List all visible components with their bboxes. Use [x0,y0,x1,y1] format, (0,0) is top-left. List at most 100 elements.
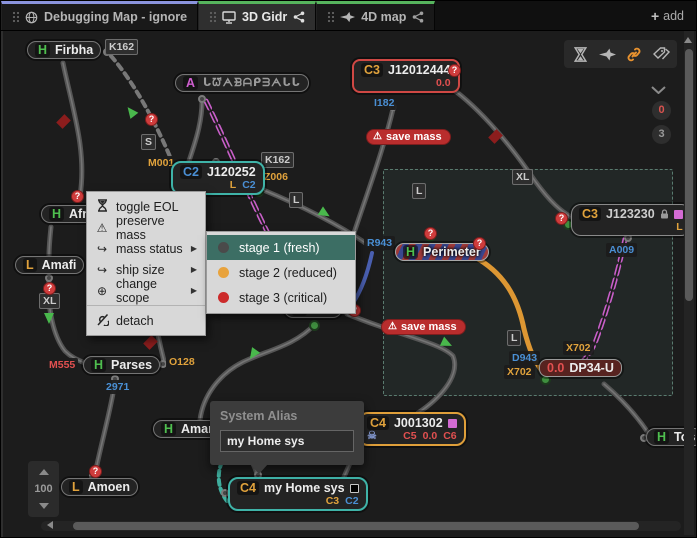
drag-grip-icon[interactable] [327,11,334,23]
share-icon[interactable] [412,11,424,23]
tags-button[interactable] [650,44,672,64]
menu-item-change-scope[interactable]: ⊕ change scope ▶ [87,280,205,301]
wormhole-class: C4 [237,481,259,495]
branch-arrow-icon: ↪ [95,263,109,277]
wormhole-code-chip: O128 [166,355,198,369]
security-class: H [49,207,64,221]
collapse-chevron-button[interactable] [651,81,666,99]
dialog-title: System Alias [220,409,354,423]
tab-label: 3D Gidr [242,10,287,24]
wormhole-code-chip: D943 [509,351,540,365]
unknown-status-badge: ? [43,282,56,295]
wormhole-code-chip: Z006 [261,170,291,184]
unlink-icon [95,313,109,329]
system-node-firbha[interactable]: H Firbha [27,41,101,59]
stage2-dot-icon [218,267,229,278]
menu-label: mass status [116,242,183,256]
security-class: H [35,43,50,57]
alert-count-badge[interactable]: 0 [652,101,671,120]
wormhole-code-chip: S [141,134,156,150]
submenu-item-stage3[interactable]: stage 3 (critical) [207,285,355,310]
submenu-item-stage1[interactable]: stage 1 (fresh) [207,235,355,260]
alias-input[interactable] [220,430,354,452]
unknown-status-badge: ? [145,113,158,126]
warning-icon: ⚠ [373,132,382,142]
kill-skull-icon: ☠ [367,431,377,441]
wormhole-code-chip: L [507,330,521,346]
menu-label: detach [116,314,154,328]
security-class: H [403,245,418,259]
zoom-widget: 100 [28,461,59,517]
zoom-level: 100 [34,483,52,495]
submenu-item-stage2[interactable]: stage 2 (reduced) [207,260,355,285]
wormhole-code-chip: A009 [606,243,637,257]
submenu-chevron-icon: ▶ [191,244,197,253]
stage1-dot-icon [218,242,229,253]
connector-dot [198,95,206,103]
drag-grip-icon[interactable] [12,11,19,23]
system-node-parses[interactable]: H Parses [83,356,160,374]
security-class: H [161,422,176,436]
unknown-status-badge: ? [473,237,486,250]
system-node-dp34-u[interactable]: 0.0 DP34-U [539,359,622,377]
connection-context-menu: toggle EOL ⚠ preserve mass ↪ mass status… [86,191,206,336]
wormhole-code-chip: X702 [563,341,594,355]
system-name: J001302 [394,416,443,430]
system-name: Perimeter [423,245,481,259]
menu-label: change scope [116,277,184,305]
unknown-status-badge: ? [71,190,84,203]
scroll-left-arrow[interactable] [47,521,53,529]
horizontal-scrollbar-thumb[interactable] [73,522,639,530]
static-code: C5 [403,430,416,442]
system-node-unknown[interactable]: A ᒐᘺᗅᗿᗩᑭᗱᗅᒐᒐ [175,74,309,92]
system-node-amoen[interactable]: L Amoen [61,478,138,496]
system-name: J123230 [606,207,655,221]
menu-label: preserve mass [116,214,197,242]
ship-jet-button[interactable] [596,44,618,64]
share-icon[interactable] [293,11,305,23]
save-mass-badge: ⚠ save mass [366,129,451,145]
system-node-j12012444[interactable]: C3 J12012444 0.0 [352,59,460,93]
security-class: A [183,76,198,90]
vertical-scrollbar-thumb[interactable] [685,49,693,301]
system-node-amafi[interactable]: L Amafi [15,256,84,274]
menu-label: ship size [116,263,165,277]
scroll-up-arrow[interactable] [684,37,692,43]
menu-item-preserve-mass[interactable]: ⚠ preserve mass [87,217,205,238]
warning-icon: ⚠ [388,322,397,332]
map-canvas[interactable]: K162 S M001 K162 Z006 L L XL I182 R943 A… [1,31,697,538]
wormhole-code-chip: 2971 [103,380,132,394]
add-map-button[interactable]: + add [637,1,697,30]
count-badge[interactable]: 3 [652,125,671,144]
connector-dot [45,274,53,282]
wormhole-code-chip: XL [39,293,60,309]
drag-grip-icon[interactable] [209,11,216,23]
link-chain-button[interactable] [623,44,645,64]
submenu-label: stage 1 (fresh) [239,241,320,255]
hourglass-icon [95,199,109,215]
menu-item-detach[interactable]: detach [87,310,205,331]
security-class: H [91,358,106,372]
system-node-j001302[interactable]: C4 J001302 ☠ C5 0.0 C6 [358,412,466,446]
static-code: C6 [443,430,456,442]
branch-arrow-icon: ↪ [95,242,109,256]
wormhole-class: C3 [361,63,383,77]
pathfinder-app: Debugging Map - ignore 3D Gidr 4D map + … [0,0,697,538]
zoom-out-button[interactable] [39,503,49,509]
system-node-j120252[interactable]: C2 J120252 L C2 [171,161,265,195]
tab-3d-gidr[interactable]: 3D Gidr [198,1,316,30]
system-node-my-home-sys[interactable]: C4 my Home sys C3 C2 [228,477,368,511]
menu-separator [87,305,205,306]
system-node-j123230[interactable]: C3 J123230 L [571,204,691,236]
tab-4d-map[interactable]: 4D map [316,1,435,30]
zoom-in-button[interactable] [39,469,49,475]
system-name: DP34-U [569,361,613,375]
submenu-label: stage 3 (critical) [239,291,327,305]
security-class: L [23,258,37,272]
lock-icon [660,209,669,219]
tab-debugging-map[interactable]: Debugging Map - ignore [1,1,198,30]
effect-square-icon [674,210,683,219]
save-mass-label: save mass [386,131,442,143]
wormhole-class: C2 [180,165,202,179]
eol-hourglass-button[interactable] [569,44,591,64]
